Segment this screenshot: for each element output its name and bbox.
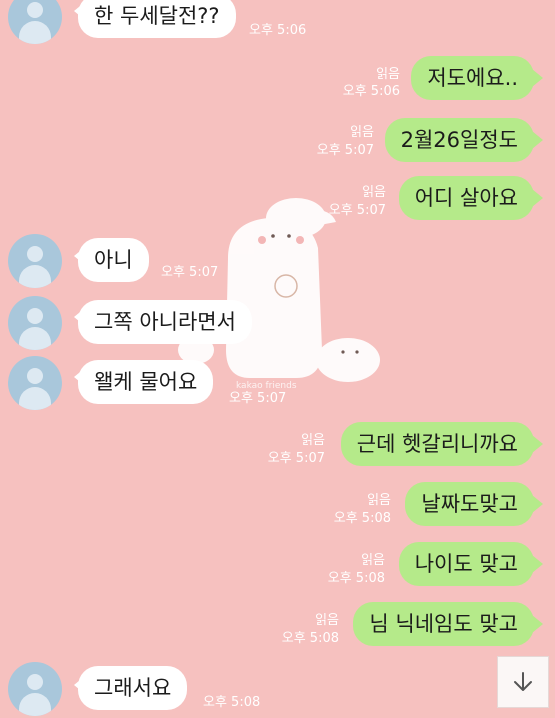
message-row-outgoing: 읽음 오후 5:06 저도에요.. (0, 56, 555, 112)
avatar[interactable] (8, 234, 62, 288)
scroll-to-bottom-button[interactable] (497, 656, 549, 708)
read-receipt: 읽음 (376, 67, 400, 82)
message-row-outgoing: 읽음 오후 5:08 날짜도맞고 (0, 482, 555, 538)
message-bubble[interactable]: 저도에요.. (411, 56, 534, 100)
message-bubble[interactable]: 날짜도맞고 (405, 482, 534, 526)
read-receipt: 읽음 (350, 125, 374, 140)
message-time: 오후 5:07 (267, 451, 325, 466)
message-bubble[interactable]: 왤케 물어요 (78, 360, 214, 404)
message-time: 오후 5:08 (327, 571, 385, 586)
message-time: 오후 5:08 (333, 511, 391, 526)
message-row-outgoing: 읽음 오후 5:08 님 닉네임도 맞고 (0, 602, 555, 658)
message-bubble[interactable]: 한 두세달전?? (78, 0, 236, 38)
message-bubble[interactable]: 그쪽 아니라면서 (78, 300, 252, 344)
message-bubble[interactable]: 그래서요 (78, 666, 188, 710)
message-row-outgoing: 읽음 오후 5:07 어디 살아요 (0, 176, 555, 232)
message-bubble[interactable]: 어디 살아요 (398, 176, 534, 220)
message-time: 오후 5:06 (249, 23, 307, 38)
message-row-incoming: 그쪽 아니라면서 (0, 296, 555, 352)
read-receipt: 읽음 (367, 493, 391, 508)
arrow-down-icon (514, 672, 532, 691)
message-row-incoming: 아니 오후 5:07 (0, 234, 555, 290)
avatar[interactable] (8, 662, 62, 716)
message-time: 오후 5:07 (161, 265, 219, 280)
message-bubble[interactable]: 님 닉네임도 맞고 (353, 602, 534, 646)
message-row-incoming: 한 두세달전?? 오후 5:06 (0, 0, 555, 46)
message-time: 오후 5:08 (203, 695, 261, 710)
message-time: 오후 5:07 (328, 203, 386, 218)
message-bubble[interactable]: 아니 (78, 238, 149, 282)
message-time: 오후 5:08 (281, 631, 339, 646)
read-receipt: 읽음 (315, 613, 339, 628)
message-time: 오후 5:06 (342, 84, 400, 99)
message-row-outgoing: 읽음 오후 5:08 나이도 맞고 (0, 542, 555, 598)
avatar[interactable] (8, 296, 62, 350)
message-bubble[interactable]: 나이도 맞고 (398, 542, 534, 586)
message-row-outgoing: 읽음 오후 5:07 2월26일정도 (0, 118, 555, 174)
read-receipt: 읽음 (361, 553, 385, 568)
message-time: 오후 5:07 (316, 143, 374, 158)
message-row-outgoing: 읽음 오후 5:07 근데 헷갈리니까요 (0, 422, 555, 478)
message-time: 오후 5:07 (229, 391, 287, 406)
avatar[interactable] (8, 356, 62, 410)
message-row-incoming: 왤케 물어요 오후 5:07 (0, 356, 555, 412)
read-receipt: 읽음 (362, 185, 386, 200)
read-receipt: 읽음 (301, 433, 325, 448)
message-bubble[interactable]: 2월26일정도 (384, 118, 534, 162)
message-bubble[interactable]: 근데 헷갈리니까요 (340, 422, 534, 466)
avatar[interactable] (8, 0, 62, 44)
